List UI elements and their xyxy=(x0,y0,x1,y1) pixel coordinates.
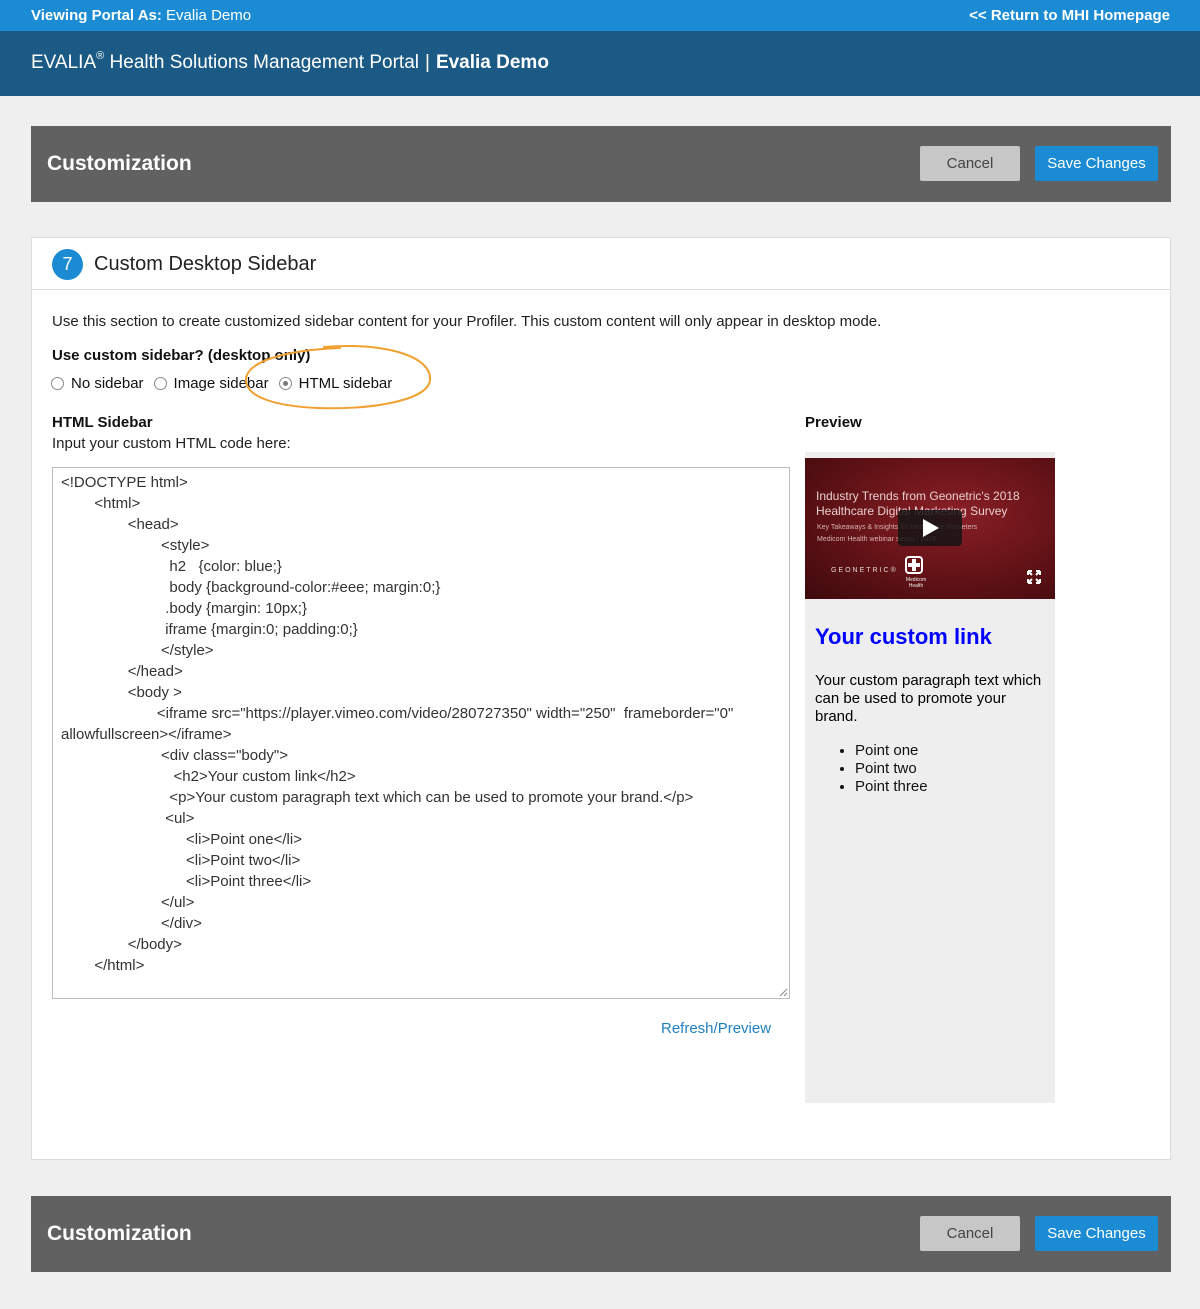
customization-title: Customization xyxy=(47,1222,192,1245)
html-sidebar-instructions: Input your custom HTML code here: xyxy=(52,435,291,452)
viewing-as-label: Viewing Portal As: xyxy=(31,7,162,24)
resize-handle-icon[interactable] xyxy=(779,988,788,997)
list-item: Point three xyxy=(855,778,1045,796)
cancel-button[interactable]: Cancel xyxy=(920,146,1020,181)
sidebar-type-radio-group: No sidebar Image sidebar HTML sidebar xyxy=(51,375,402,392)
cancel-button[interactable]: Cancel xyxy=(920,1216,1020,1251)
title-separator: | xyxy=(425,52,430,73)
radio-button[interactable] xyxy=(51,377,64,390)
radio-button[interactable] xyxy=(153,377,167,390)
radio-label: Image sidebar xyxy=(173,375,269,392)
return-homepage-link[interactable]: << Return to MHI Homepage xyxy=(969,7,1170,24)
brand-name: EVALIA xyxy=(31,52,97,73)
client-name: Evalia Demo xyxy=(435,52,549,73)
play-icon xyxy=(923,519,939,537)
customization-bar-top: Customization Cancel Save Changes xyxy=(31,126,1171,202)
portal-name: Health Solutions Management Portal xyxy=(109,52,419,73)
geonetric-logo: GEONETRIC® xyxy=(831,567,898,574)
section-title: Custom Desktop Sidebar xyxy=(94,253,317,275)
section-number-badge: 7 xyxy=(52,249,83,280)
customization-title: Customization xyxy=(47,152,192,175)
medicom-logo-text: Medicom Health xyxy=(905,577,927,589)
radio-label: HTML sidebar xyxy=(298,375,393,392)
section-description: Use this section to create customized si… xyxy=(52,313,882,330)
sidebar-preview: Industry Trends from Geonetric's 2018 He… xyxy=(805,452,1055,1103)
registered-mark: ® xyxy=(96,50,105,62)
save-changes-button[interactable]: Save Changes xyxy=(1035,1216,1158,1251)
refresh-preview-link[interactable]: Refresh/Preview xyxy=(661,1020,771,1037)
list-item: Point two xyxy=(855,760,1045,778)
preview-paragraph: Your custom paragraph text which can be … xyxy=(815,672,1042,725)
radio-button-selected[interactable] xyxy=(278,377,292,390)
viewing-as-text: Viewing Portal As: Evalia Demo xyxy=(31,7,251,24)
panel-header: 7 Custom Desktop Sidebar xyxy=(32,238,1170,290)
radio-image-sidebar[interactable]: Image sidebar xyxy=(153,375,269,392)
custom-sidebar-panel: 7 Custom Desktop Sidebar Use this sectio… xyxy=(31,237,1171,1160)
viewing-portal-bar: Viewing Portal As: Evalia Demo << Return… xyxy=(0,0,1200,31)
radio-label: No sidebar xyxy=(71,375,144,392)
medicom-cross-icon xyxy=(905,556,923,574)
save-changes-button[interactable]: Save Changes xyxy=(1035,146,1158,181)
html-sidebar-label: HTML Sidebar xyxy=(52,414,153,431)
portal-title: EVALIA® Health Solutions Management Port… xyxy=(31,50,549,74)
radio-html-sidebar[interactable]: HTML sidebar xyxy=(278,375,393,392)
list-item: Point one xyxy=(855,742,1045,760)
preview-point-list: Point one Point two Point three xyxy=(815,742,1045,796)
play-button[interactable] xyxy=(898,510,962,546)
customization-bar-bottom: Customization Cancel Save Changes xyxy=(31,1196,1171,1272)
html-code-textarea[interactable]: <!DOCTYPE html> <html> <head> <style> h2… xyxy=(52,467,790,999)
radio-no-sidebar[interactable]: No sidebar xyxy=(51,375,144,392)
preview-body: Your custom link Your custom paragraph t… xyxy=(815,624,1045,796)
preview-label: Preview xyxy=(805,414,862,431)
portal-header: EVALIA® Health Solutions Management Port… xyxy=(0,31,1200,96)
video-title-line1: Industry Trends from Geonetric's 2018 xyxy=(816,489,1020,503)
sidebar-question-label: Use custom sidebar? (desktop only) xyxy=(52,347,311,364)
fullscreen-icon[interactable] xyxy=(1027,570,1041,584)
viewing-as-name: Evalia Demo xyxy=(166,7,252,24)
video-embed[interactable]: Industry Trends from Geonetric's 2018 He… xyxy=(805,458,1055,599)
preview-custom-link[interactable]: Your custom link xyxy=(815,624,1045,650)
